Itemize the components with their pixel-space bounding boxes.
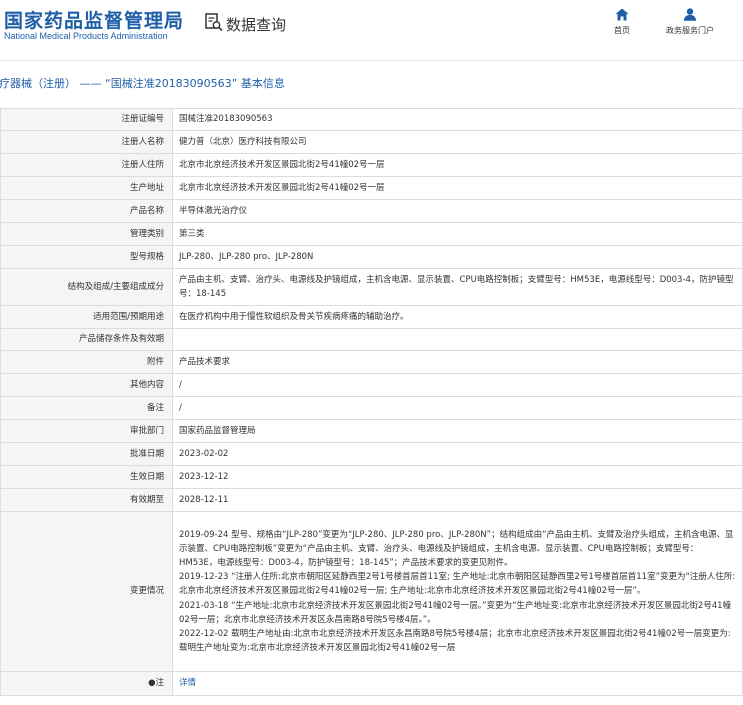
row-value: 在医疗机构中用于慢性软组织及骨关节疾病疼痛的辅助治疗。 <box>172 305 743 329</box>
table-row: 产品名称 半导体激光治疗仪 <box>0 199 743 223</box>
row-label: 型号规格 <box>0 245 173 269</box>
site-logo-en: National Medical Products Administration <box>4 31 168 41</box>
row-value: 产品技术要求 <box>172 350 743 374</box>
row-value: 健力普（北京）医疗科技有限公司 <box>172 130 743 154</box>
row-label: 生效日期 <box>0 465 173 489</box>
table-row: 产品储存条件及有效期 <box>0 328 743 351</box>
row-value: 国械注准20183090563 <box>172 108 743 131</box>
row-label: 备注 <box>0 396 173 420</box>
row-value: 半导体激光治疗仪 <box>172 199 743 223</box>
table-row: 生效日期 2023-12-12 <box>0 465 743 489</box>
nav-service-portal-label: 政务服务门户 <box>666 26 714 35</box>
data-query-label: 数据查询 <box>226 15 287 34</box>
note-label: 注 <box>155 678 164 689</box>
row-label: 管理类别 <box>0 222 173 246</box>
row-label: 注册人住所 <box>0 153 173 177</box>
note-value-cell: 详情 <box>172 671 743 696</box>
table-row: 结构及组成/主要组成成分 产品由主机、支臂、治疗头、电源线及护镜组成，主机含电源… <box>0 268 743 306</box>
row-label: 其他内容 <box>0 373 173 397</box>
row-value: / <box>172 373 743 397</box>
nav-service-portal[interactable]: 政务服务门户 <box>666 8 714 36</box>
row-value: 2023-12-12 <box>172 465 743 489</box>
row-label: 审批部门 <box>0 419 173 443</box>
home-icon <box>615 8 629 21</box>
table-row: 注册证编号 国械注准20183090563 <box>0 108 743 131</box>
row-value: 北京市北京经济技术开发区景园北街2号41幢02号一层 <box>172 153 743 177</box>
row-label: 附件 <box>0 350 173 374</box>
row-value: 国家药品监督管理局 <box>172 419 743 443</box>
table-row: 管理类别 第三类 <box>0 222 743 246</box>
table-row: 备注 / <box>0 396 743 420</box>
user-icon <box>683 8 697 21</box>
table-row: 审批部门 国家药品监督管理局 <box>0 419 743 443</box>
table-row: 型号规格 JLP-280、JLP-280 pro、JLP-280N <box>0 245 743 269</box>
row-value: 2028-12-11 <box>172 488 743 512</box>
row-value <box>172 328 743 351</box>
registration-info-table: 注册证编号 国械注准20183090563 注册人名称 健力普（北京）医疗科技有… <box>0 108 743 696</box>
row-label: 有效期至 <box>0 488 173 512</box>
changes-label: 变更情况 <box>0 511 173 672</box>
table-row: 注册人名称 健力普（北京）医疗科技有限公司 <box>0 130 743 154</box>
row-value: JLP-280、JLP-280 pro、JLP-280N <box>172 245 743 269</box>
document-search-icon <box>204 12 224 36</box>
note-label-cell: ●注 <box>0 671 173 696</box>
table-row-changes: 变更情况 2019-09-24 型号、规格由“JLP-280”变更为“JLP-2… <box>0 511 743 672</box>
nav-home[interactable]: 首页 <box>614 8 630 36</box>
table-row: 批准日期 2023-02-02 <box>0 442 743 466</box>
row-label: 产品储存条件及有效期 <box>0 328 173 351</box>
row-value: 北京市北京经济技术开发区景园北街2号41幢02号一层 <box>172 176 743 200</box>
row-label: 结构及组成/主要组成成分 <box>0 268 173 306</box>
table-row: 附件 产品技术要求 <box>0 350 743 374</box>
row-label: 适用范围/预期用途 <box>0 305 173 329</box>
table-row: 适用范围/预期用途 在医疗机构中用于慢性软组织及骨关节疾病疼痛的辅助治疗。 <box>0 305 743 329</box>
row-value: / <box>172 396 743 420</box>
row-label: 生产地址 <box>0 176 173 200</box>
details-link[interactable]: 详情 <box>179 678 196 688</box>
row-value: 第三类 <box>172 222 743 246</box>
data-query-title[interactable]: 数据查询 <box>204 12 286 36</box>
table-row: 生产地址 北京市北京经济技术开发区景园北街2号41幢02号一层 <box>0 176 743 200</box>
row-label: 注册证编号 <box>0 108 173 131</box>
table-row-note: ●注 详情 <box>0 671 743 696</box>
changes-value: 2019-09-24 型号、规格由“JLP-280”变更为“JLP-280、JL… <box>172 511 743 672</box>
site-logo-cn[interactable]: 国家药品监督管理局 <box>4 6 184 33</box>
page-title: 医疗器械（注册） —— “国械注准20183090563” 基本信息 <box>0 77 285 90</box>
nav-home-label: 首页 <box>614 26 630 35</box>
table-row: 有效期至 2028-12-11 <box>0 488 743 512</box>
row-value: 产品由主机、支臂、治疗头、电源线及护镜组成，主机含电源、显示装置、CPU电路控制… <box>172 268 743 306</box>
header-divider <box>0 60 743 61</box>
site-header: 国家药品监督管理局 National Medical Products Admi… <box>0 0 743 50</box>
table-row: 注册人住所 北京市北京经济技术开发区景园北街2号41幢02号一层 <box>0 153 743 177</box>
row-label: 批准日期 <box>0 442 173 466</box>
row-label: 产品名称 <box>0 199 173 223</box>
table-row: 其他内容 / <box>0 373 743 397</box>
row-value: 2023-02-02 <box>172 442 743 466</box>
row-label: 注册人名称 <box>0 130 173 154</box>
